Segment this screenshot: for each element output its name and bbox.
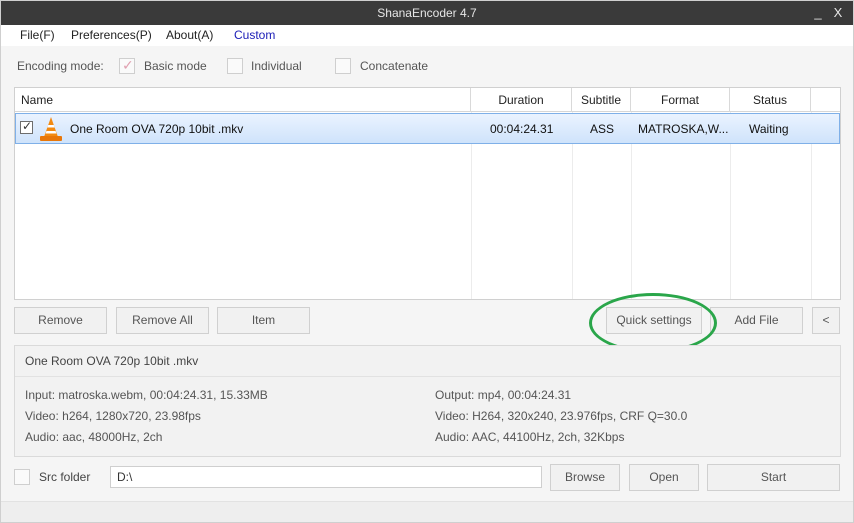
item-button[interactable]: Item (217, 307, 310, 334)
add-file-button[interactable]: Add File (710, 307, 803, 334)
file-info-panel: One Room OVA 720p 10bit .mkv Input: matr… (14, 345, 841, 457)
individual-checkbox[interactable] (227, 58, 243, 74)
collapse-button[interactable]: < (812, 307, 840, 334)
row-name: One Room OVA 720p 10bit .mkv (70, 122, 244, 136)
title-bar[interactable]: ShanaEncoder 4.7 _ X (1, 1, 853, 25)
info-input-audio: Audio: aac, 48000Hz, 2ch (25, 430, 163, 444)
info-output-audio: Audio: AAC, 44100Hz, 2ch, 32Kbps (435, 430, 625, 444)
status-bar (1, 501, 853, 522)
open-button[interactable]: Open (629, 464, 699, 491)
menu-file[interactable]: File(F) (20, 28, 55, 42)
menu-custom[interactable]: Custom (234, 28, 275, 42)
info-output-video: Video: H264, 320x240, 23.976fps, CRF Q=3… (435, 409, 688, 423)
concatenate-checkbox[interactable] (335, 58, 351, 74)
table-row[interactable]: ✓ One Room OVA 720p 10bit .mkv 00:04:24.… (15, 113, 840, 144)
checkmark-icon: ✓ (122, 57, 134, 73)
row-status: Waiting (749, 122, 789, 136)
column-header-format[interactable]: Format (631, 88, 730, 112)
info-input-video: Video: h264, 1280x720, 23.98fps (25, 409, 201, 423)
info-output: Output: mp4, 00:04:24.31 (435, 388, 572, 402)
app-window: ShanaEncoder 4.7 _ X File(F) Preferences… (0, 0, 854, 523)
browse-button[interactable]: Browse (550, 464, 620, 491)
basic-mode-label: Basic mode (144, 59, 207, 73)
basic-mode-checkbox[interactable]: ✓ (119, 57, 135, 74)
checkmark-icon: ✓ (22, 119, 33, 133)
encoding-mode-label: Encoding mode: (17, 59, 104, 73)
column-header-name[interactable]: Name (15, 88, 471, 112)
src-folder-label: Src folder (39, 470, 91, 484)
info-filename: One Room OVA 720p 10bit .mkv (25, 354, 199, 368)
remove-all-button[interactable]: Remove All (116, 307, 209, 334)
row-format: MATROSKA,W... (638, 122, 729, 136)
output-path-input[interactable] (110, 466, 542, 488)
quick-settings-button[interactable]: Quick settings (606, 307, 702, 334)
column-header-duration[interactable]: Duration (471, 88, 572, 112)
close-button[interactable]: X (829, 4, 847, 22)
row-subtitle: ASS (590, 122, 615, 136)
concatenate-label: Concatenate (360, 59, 429, 73)
column-header-subtitle[interactable]: Subtitle (572, 88, 631, 112)
remove-button[interactable]: Remove (14, 307, 107, 334)
info-input: Input: matroska.webm, 00:04:24.31, 15.33… (25, 388, 268, 402)
vlc-cone-icon (40, 117, 62, 141)
src-folder-checkbox[interactable] (14, 469, 30, 485)
bottom-bar: Src folder Browse Open Start (1, 461, 853, 503)
file-list[interactable]: Name Duration Subtitle Format Status ✓ O… (14, 87, 841, 300)
row-checkbox[interactable]: ✓ (20, 119, 33, 134)
encoding-mode-bar: Encoding mode: ✓ Basic mode Individual C… (1, 46, 853, 86)
menu-about[interactable]: About(A) (166, 28, 213, 42)
start-button[interactable]: Start (707, 464, 840, 491)
file-list-header: Name Duration Subtitle Format Status (15, 88, 840, 112)
info-divider (15, 376, 840, 377)
window-title: ShanaEncoder 4.7 (377, 6, 477, 20)
menu-preferences[interactable]: Preferences(P) (71, 28, 152, 42)
row-duration: 00:04:24.31 (490, 122, 554, 136)
column-header-status[interactable]: Status (730, 88, 811, 112)
individual-label: Individual (251, 59, 302, 73)
minimize-button[interactable]: _ (809, 4, 827, 22)
menu-bar: File(F) Preferences(P) About(A) Custom (1, 25, 853, 46)
